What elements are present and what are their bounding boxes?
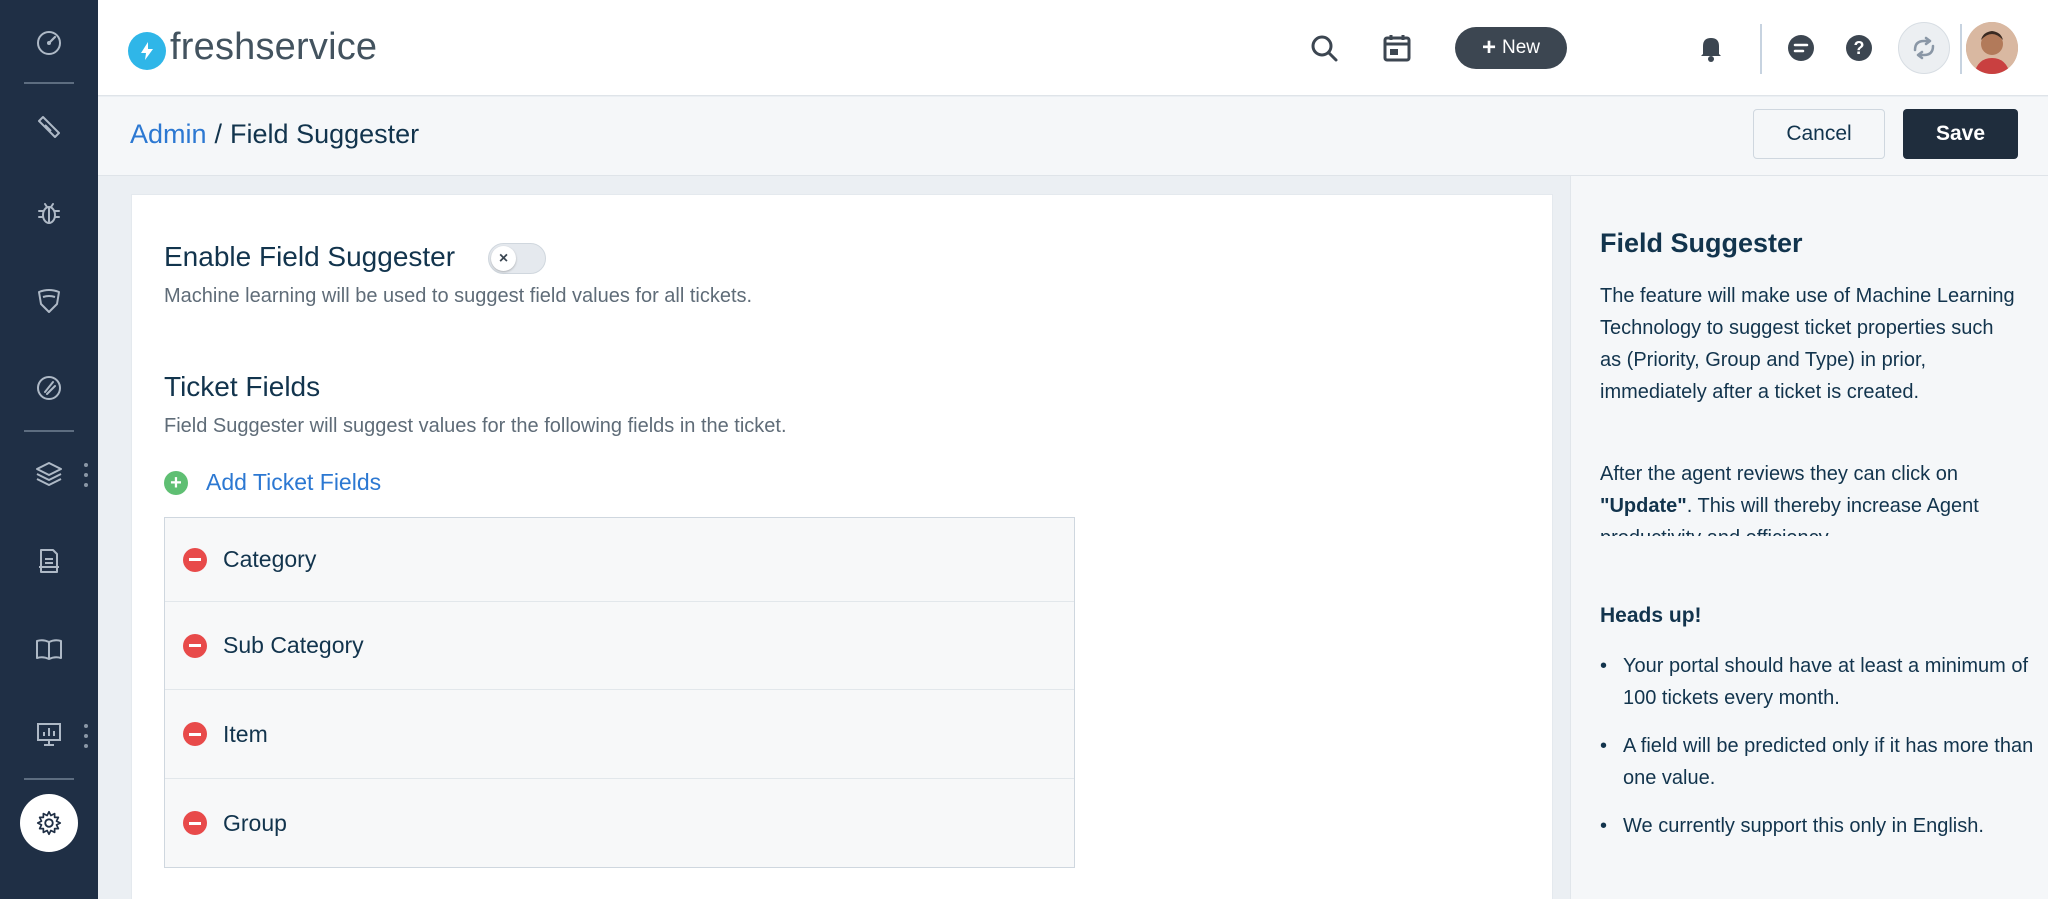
field-label: Item: [223, 720, 268, 747]
list-item: Category: [165, 518, 1074, 602]
svg-text:?: ?: [1854, 38, 1865, 58]
calendar-button[interactable]: [1377, 28, 1417, 68]
bug-icon: [38, 203, 60, 224]
list-item: Sub Category: [165, 602, 1074, 690]
notifications-button[interactable]: [1691, 28, 1731, 68]
chat-icon: [1788, 35, 1814, 61]
top-header: freshservice + New ?: [98, 0, 2048, 96]
gear-icon: [36, 810, 62, 836]
page-title: Field Suggester: [230, 119, 420, 149]
toggle-off-icon: ×: [491, 246, 516, 271]
remove-circle-icon[interactable]: [183, 722, 207, 746]
sidebar-item-tickets[interactable]: [0, 97, 98, 157]
list-item: Group: [165, 779, 1074, 867]
new-button[interactable]: + New: [1455, 27, 1567, 69]
breadcrumb-admin-link[interactable]: Admin: [130, 119, 207, 150]
remove-circle-icon[interactable]: [183, 811, 207, 835]
heads-up-title: Heads up!: [1600, 604, 1702, 627]
ticket-fields-title: Ticket Fields: [164, 371, 321, 402]
ticket-fields-list: Category Sub Category Item Group: [164, 517, 1075, 868]
enable-toggle[interactable]: ×: [488, 243, 546, 274]
workspace-switcher[interactable]: [1898, 22, 1950, 74]
profile-photo-icon: [1966, 22, 2018, 74]
sync-icon: [1913, 36, 1935, 60]
field-label: Category: [223, 546, 317, 572]
lightning-icon: [128, 32, 166, 70]
info-para2-prefix: After the agent reviews they can click o…: [1600, 463, 1958, 485]
info-panel: Field Suggester The feature will make us…: [1570, 176, 2048, 899]
info-paragraph: The feature will make use of Machine Lea…: [1600, 285, 2015, 403]
sidebar-item-inventory[interactable]: [0, 531, 98, 591]
shield-icon: [38, 289, 60, 313]
breadcrumb-bar: Admin / Field Suggester Cancel Save: [98, 97, 2048, 176]
heads-up-item: Your portal should have at least a minim…: [1600, 650, 2040, 714]
info-para2-bold: "Update": [1600, 495, 1687, 517]
field-label: Sub Category: [223, 632, 364, 658]
list-item: Item: [165, 690, 1074, 779]
heads-up-item: We currently support this only in Englis…: [1600, 810, 2040, 842]
enable-title: Enable Field Suggester: [164, 241, 456, 272]
remove-circle-icon[interactable]: [183, 633, 207, 658]
sidebar-separator: [24, 82, 74, 84]
search-icon: [1311, 35, 1338, 62]
sidebar-item-problems[interactable]: [0, 183, 98, 243]
info-title: Field Suggester: [1600, 228, 1803, 258]
settings-card: Enable Field Suggester × Machine learnin…: [131, 194, 1553, 899]
field-label: Group: [223, 809, 287, 836]
calendar-icon: [1383, 35, 1411, 62]
help-icon: ?: [1846, 35, 1872, 61]
heads-up-item: A field will be predicted only if it has…: [1600, 730, 2040, 794]
bell-icon: [1701, 38, 1721, 62]
cancel-button[interactable]: Cancel: [1753, 109, 1885, 159]
heads-up-list: Your portal should have at least a minim…: [1600, 650, 2040, 858]
header-separator: [1960, 24, 1962, 74]
plus-icon: +: [1481, 34, 1496, 61]
sidebar-item-changes[interactable]: [0, 270, 98, 330]
book-icon: [36, 639, 62, 660]
enable-description: Machine learning will be used to suggest…: [164, 285, 753, 307]
header-separator: [1760, 24, 1762, 74]
sidebar-item-dashboard[interactable]: [0, 13, 98, 73]
user-avatar[interactable]: [1966, 22, 2018, 74]
remove-circle-icon[interactable]: [183, 547, 207, 572]
sidebar-separator: [24, 778, 74, 780]
rocket-icon: [37, 376, 61, 400]
layers-icon: [36, 462, 62, 486]
help-button[interactable]: ?: [1839, 28, 1879, 68]
analytics-icon: [37, 723, 61, 746]
app-logo[interactable]: freshservice: [128, 24, 377, 70]
add-ticket-fields-label: Add Ticket Fields: [206, 469, 382, 495]
breadcrumb-separator: /: [214, 119, 223, 149]
ticket-fields-description: Field Suggester will suggest values for …: [164, 415, 787, 437]
sidebar-item-solutions[interactable]: [0, 619, 98, 679]
sidebar-item-releases[interactable]: [0, 358, 98, 418]
chat-button[interactable]: [1781, 28, 1821, 68]
logo-text: freshservice: [170, 25, 378, 68]
save-button[interactable]: Save: [1903, 109, 2018, 159]
sidebar-separator: [24, 430, 74, 432]
sidebar-item-admin[interactable]: [20, 794, 78, 852]
info-paragraph-2: After the agent reviews they can click o…: [1600, 458, 2020, 536]
left-sidebar: [0, 0, 98, 899]
dashboard-icon: [37, 31, 61, 55]
new-button-label: New: [1502, 37, 1541, 58]
add-ticket-fields-button[interactable]: + Add Ticket Fields: [164, 469, 381, 496]
ticket-icon: [38, 116, 60, 138]
sidebar-more-dots[interactable]: [82, 463, 90, 487]
inventory-icon: [39, 549, 59, 573]
add-circle-icon: +: [164, 470, 188, 495]
sidebar-more-dots[interactable]: [82, 724, 90, 748]
breadcrumb: Admin / Field Suggester: [130, 119, 419, 150]
search-button[interactable]: [1304, 28, 1344, 68]
